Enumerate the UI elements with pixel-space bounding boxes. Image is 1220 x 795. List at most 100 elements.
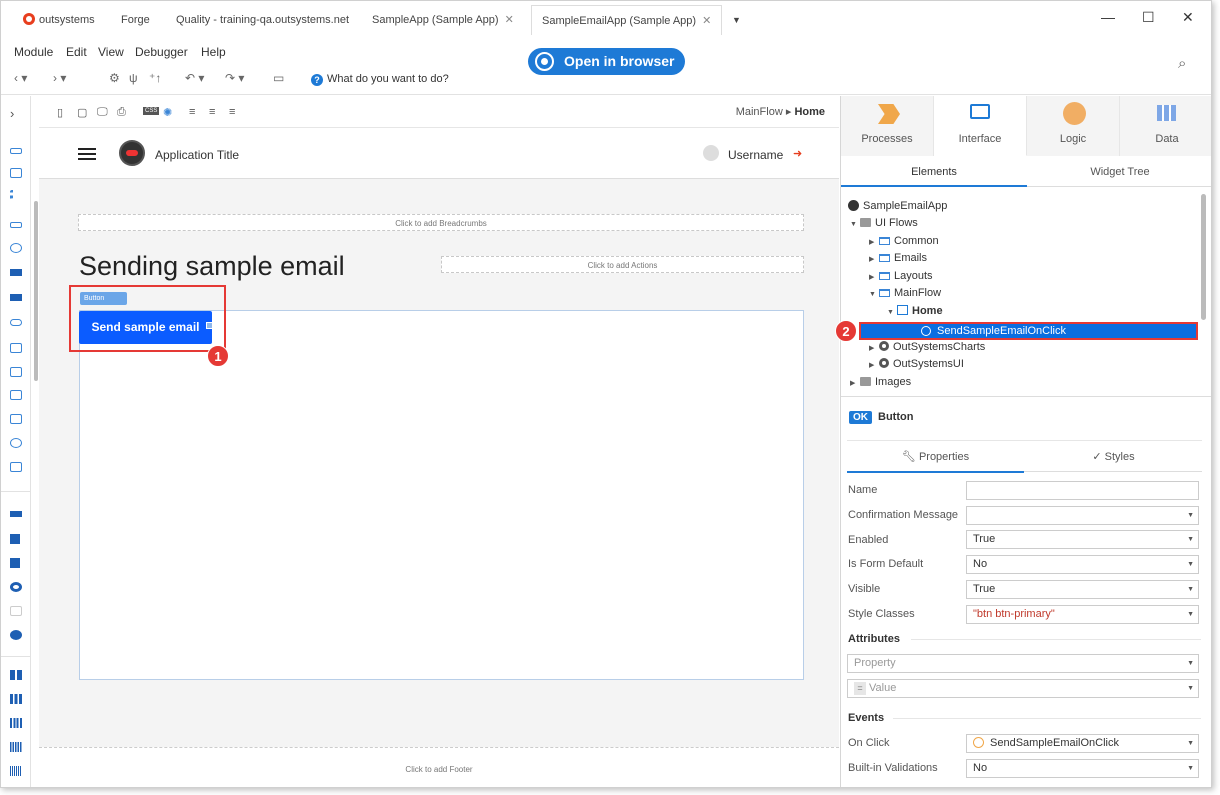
attribute-value-field[interactable]: = Value ▼ [847,679,1199,698]
menu-icon[interactable] [78,148,96,150]
attribute-property-field[interactable]: Property ▼ [847,654,1199,673]
tree-ui-flows[interactable]: ▼ UI Flows [850,215,918,231]
form-widget-icon[interactable] [10,343,22,353]
tab-sampleemailapp[interactable]: SampleEmailApp (Sample App) ✕ [531,5,723,35]
tab-processes[interactable]: Processes [841,96,934,156]
tree-common[interactable]: ▶ Common [869,233,939,249]
expression-widget-icon[interactable] [10,462,22,472]
close-icon[interactable]: ✕ [702,15,711,27]
columns-2-icon[interactable] [10,670,22,680]
align-center-icon[interactable]: ≡ [209,106,215,118]
on-click-select[interactable]: SendSampleEmailOnClick ▼ [966,734,1199,753]
collapse-icon[interactable]: ▼ [887,305,897,321]
theme-icon[interactable]: ✺ [163,106,172,119]
align-left-icon[interactable]: ≡ [189,106,195,118]
link-widget-icon[interactable] [10,319,22,326]
tab-forge[interactable]: Forge [121,7,150,33]
tab-overflow-icon[interactable]: ▼ [732,7,741,33]
tree-scrollbar[interactable] [1201,194,1206,320]
tree-outsystemsui[interactable]: ▶ OutSystemsUI [869,356,964,372]
menu-edit[interactable]: Edit [66,45,87,59]
columns-4-icon[interactable] [10,718,22,728]
footer-placeholder[interactable]: Click to add Footer [39,747,839,787]
css-icon[interactable]: CSS [143,107,160,115]
expand-icon[interactable]: ▶ [869,252,879,268]
close-window-icon[interactable]: ✕ [1182,9,1194,26]
tab-elements[interactable]: Elements [841,157,1027,187]
columns-5-icon[interactable] [10,742,22,752]
tree-home[interactable]: ▼ Home [887,303,943,319]
block-widget-icon[interactable] [10,438,22,448]
align-right-icon[interactable]: ≡ [229,106,235,118]
tab-styles[interactable]: ✓ Styles [1025,441,1202,473]
expand-icon[interactable]: ▶ [869,270,879,286]
app-title[interactable]: Application Title [155,148,239,162]
search-icon[interactable]: ⌕ [1178,55,1186,72]
line-chart-icon[interactable] [10,606,22,616]
bar-chart-icon[interactable] [10,534,20,544]
tab-data[interactable]: Data [1120,96,1211,156]
confirmation-field[interactable]: ▼ [966,506,1199,525]
breadcrumb-flow[interactable]: MainFlow [736,106,783,118]
pie-chart-icon[interactable] [10,630,22,640]
tab-properties[interactable]: 🔧︎ Properties [847,441,1024,473]
tab-widget-tree[interactable]: Widget Tree [1027,157,1211,187]
toggle-widget-icon[interactable] [10,148,22,154]
style-classes-field[interactable]: "btn btn-primary" ▼ [966,605,1199,624]
breadcrumb-page[interactable]: Home [794,106,825,118]
expand-toolbox-icon[interactable]: › [10,106,14,121]
username[interactable]: Username [728,148,783,162]
tab-interface[interactable]: Interface [934,96,1027,156]
feedback-icon[interactable]: ▭ [273,71,284,85]
image-widget-icon[interactable] [10,367,22,377]
menu-module[interactable]: Module [14,45,53,59]
visible-select[interactable]: True ▼ [966,580,1199,599]
tree-images[interactable]: ▶ Images [850,374,911,390]
search-actions[interactable]: ? What do you want to do? [311,73,449,86]
open-in-browser-button[interactable]: Open in browser [528,48,685,75]
tree-outsystemscharts[interactable]: ▶ OutSystemsCharts [869,339,985,355]
expand-icon[interactable]: ▶ [869,235,879,251]
container-widget-icon[interactable] [10,414,22,424]
main-content-area[interactable] [79,310,804,680]
list-widget-icon[interactable] [10,190,22,200]
page-title[interactable]: Sending sample email [79,251,345,282]
input-widget-icon[interactable] [10,222,22,228]
minimize-icon[interactable]: — [1101,9,1115,25]
settings-icon[interactable]: ⚙ [109,71,120,85]
tablet-preview-icon[interactable]: ▢ [77,106,87,119]
undo-icon[interactable]: ↶ ▾ [185,71,204,85]
back-icon[interactable]: ‹ ▾ [14,71,27,85]
expand-icon[interactable]: ▶ [850,376,860,392]
menu-view[interactable]: View [98,45,124,59]
form-default-select[interactable]: No ▼ [966,555,1199,574]
publish-icon[interactable]: ⁺↑ [149,71,161,85]
button-widget-icon[interactable] [10,269,22,276]
expand-icon[interactable]: ▶ [869,341,879,357]
menu-help[interactable]: Help [201,45,226,59]
donut-chart-icon[interactable] [10,582,22,592]
builtin-validations-select[interactable]: No ▼ [966,759,1199,778]
tree-emails[interactable]: ▶ Emails [869,250,927,266]
close-icon[interactable]: ✕ [505,14,514,26]
merge-icon[interactable]: ψ [129,71,138,85]
checkbox-widget-icon[interactable] [10,168,22,178]
tab-logic[interactable]: Logic [1027,96,1120,156]
collapse-icon[interactable]: ▼ [869,287,879,303]
layout-preview-icon[interactable]: ⎙ [117,106,126,119]
phone-preview-icon[interactable]: ▯ [57,106,63,119]
collapse-icon[interactable]: ▼ [850,217,860,233]
tab-outsystems[interactable]: outsystems [23,7,95,33]
area-chart-icon[interactable] [10,511,22,517]
tree-app[interactable]: SampleEmailApp [848,198,947,214]
toolbox-scrollbar[interactable] [34,201,38,381]
logout-icon[interactable]: ➜ [793,147,802,160]
tree-mainflow[interactable]: ▼ MainFlow [869,285,941,301]
tab-quality[interactable]: Quality - training-qa.outsystems.net [176,7,349,33]
forward-icon[interactable]: › ▾ [53,71,66,85]
actions-placeholder[interactable]: Click to add Actions [441,256,804,273]
enabled-select[interactable]: True ▼ [966,530,1199,549]
menu-debugger[interactable]: Debugger [135,45,188,59]
redo-icon[interactable]: ↷ ▾ [225,71,244,85]
columns-3-icon[interactable] [10,694,22,704]
